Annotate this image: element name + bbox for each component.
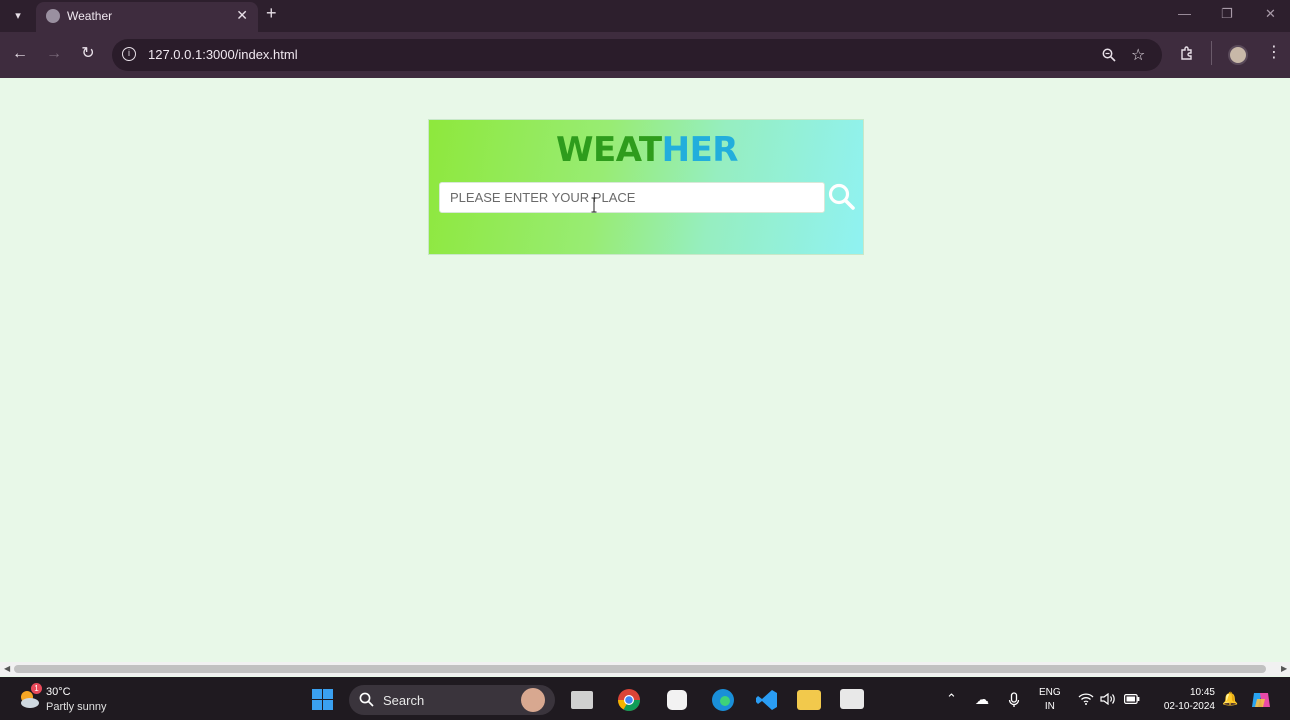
forward-arrow-icon[interactable]: → <box>44 44 64 64</box>
toolbar-divider <box>1211 41 1212 65</box>
notification-bell-icon[interactable]: 🔔 <box>1222 691 1238 707</box>
file-explorer-icon[interactable] <box>797 690 821 710</box>
zoom-icon[interactable] <box>1102 48 1116 62</box>
chrome-icon[interactable] <box>617 688 641 712</box>
windows-taskbar: 1 30°C Partly sunny Search ⌃ ☁ ENG IN 10… <box>0 677 1290 720</box>
windows-start-icon[interactable] <box>312 689 333 710</box>
title-part-green: WEAT <box>556 130 662 170</box>
language-primary: ENG <box>1039 687 1061 698</box>
browser-tab-strip: ▾ Weather ✕ + — ❐ ✕ <box>0 0 1290 32</box>
weather-condition[interactable]: Partly sunny <box>46 701 107 713</box>
vscode-icon[interactable] <box>755 688 779 712</box>
language-secondary: IN <box>1044 701 1055 712</box>
horizontal-scrollbar[interactable]: ◀ ▶ <box>0 662 1290 676</box>
show-hidden-icons-chevron-icon[interactable]: ⌃ <box>946 691 957 707</box>
search-highlight-image <box>521 688 545 712</box>
bookmark-star-icon[interactable]: ☆ <box>1131 45 1145 65</box>
search-icon[interactable] <box>827 182 857 212</box>
taskbar-search-icon <box>359 692 374 707</box>
profile-avatar[interactable] <box>1228 45 1248 65</box>
microsoft-store-icon[interactable] <box>667 690 687 710</box>
minimize-icon[interactable]: — <box>1178 6 1191 21</box>
edge-icon[interactable] <box>711 688 735 712</box>
clock-date: 02-10-2024 <box>1163 701 1215 712</box>
extensions-puzzle-icon[interactable] <box>1179 45 1196 62</box>
restore-icon[interactable]: ❐ <box>1221 6 1233 22</box>
taskbar-search-label: Search <box>383 693 425 708</box>
scrollbar-thumb[interactable] <box>14 665 1266 673</box>
text-cursor-icon <box>591 197 597 213</box>
onedrive-cloud-icon[interactable]: ☁ <box>975 691 989 708</box>
back-arrow-icon[interactable]: ← <box>10 44 30 64</box>
system-clock[interactable]: 10:45 02-10-2024 <box>1155 686 1215 714</box>
url-text[interactable]: 127.0.0.1:3000/index.html <box>148 47 298 62</box>
language-indicator[interactable]: ENG IN <box>1039 686 1061 714</box>
new-tab-button[interactable]: + <box>266 3 277 24</box>
microphone-icon[interactable] <box>1008 692 1020 708</box>
tab-search-chevron-icon[interactable]: ▾ <box>8 6 28 26</box>
scroll-left-arrow-icon[interactable]: ◀ <box>4 664 10 673</box>
globe-icon <box>46 9 60 23</box>
battery-icon[interactable] <box>1124 694 1140 704</box>
snipping-tool-icon[interactable] <box>840 689 864 709</box>
window-close-icon[interactable]: ✕ <box>1265 6 1276 22</box>
weather-card: WEATHER <box>428 119 864 255</box>
more-menu-icon[interactable]: ⋮ <box>1266 42 1282 62</box>
scroll-right-arrow-icon[interactable]: ▶ <box>1281 664 1287 673</box>
reload-icon[interactable]: ↻ <box>78 44 98 64</box>
page-title: WEATHER <box>429 130 865 170</box>
taskbar-search-box[interactable]: Search <box>349 685 555 715</box>
clock-time: 10:45 <box>1189 687 1215 698</box>
wifi-icon[interactable] <box>1078 693 1094 705</box>
browser-tab-weather[interactable]: Weather ✕ <box>36 2 258 32</box>
address-bar[interactable]: i 127.0.0.1:3000/index.html ☆ <box>112 39 1162 71</box>
close-tab-icon[interactable]: ✕ <box>236 7 248 24</box>
site-info-icon[interactable]: i <box>122 47 136 61</box>
weather-notification-badge: 1 <box>31 683 42 694</box>
tab-title: Weather <box>67 9 113 23</box>
task-view-icon[interactable] <box>571 691 593 709</box>
volume-icon[interactable] <box>1100 693 1117 705</box>
copilot-icon[interactable] <box>1250 689 1272 711</box>
weather-temperature[interactable]: 30°C <box>46 686 71 698</box>
browser-toolbar: ← → ↻ i 127.0.0.1:3000/index.html ☆ ⋮ <box>0 32 1290 78</box>
place-search-input[interactable] <box>439 182 825 213</box>
title-part-blue: HER <box>661 130 739 170</box>
